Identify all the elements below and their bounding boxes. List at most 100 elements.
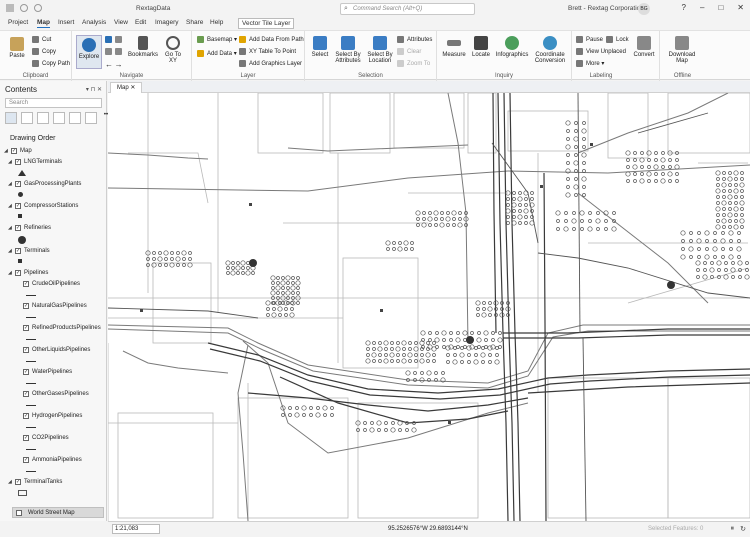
expand-icon[interactable]: ◢ — [8, 181, 12, 187]
basemap-checkbox[interactable] — [16, 510, 22, 516]
layer-row-pipelines[interactable]: ◢ ✓ Pipelines — [0, 269, 107, 279]
contents-search-input[interactable]: Search — [5, 98, 102, 108]
close-icon[interactable]: ✕ — [737, 3, 744, 12]
explore-button[interactable]: Explore — [76, 35, 102, 69]
labeling-icon[interactable] — [85, 112, 97, 124]
add-data-button[interactable]: Add Data ▾ — [197, 50, 237, 57]
expand-icon[interactable]: ◢ — [8, 479, 12, 485]
download-map-button[interactable]: Download Map — [664, 36, 700, 64]
data-source-icon[interactable] — [21, 112, 33, 124]
coordinate-conversion-button[interactable]: Coordinate Conversion — [533, 36, 567, 64]
lock-button[interactable]: Lock — [606, 36, 629, 43]
tab-view[interactable]: View — [114, 19, 128, 26]
terminal-marker[interactable] — [140, 309, 143, 312]
history-controls[interactable]: ← → — [105, 60, 123, 69]
view-unplaced-button[interactable]: View Unplaced — [576, 48, 626, 55]
expand-icon[interactable]: ◢ — [4, 148, 8, 154]
bookmarks-button[interactable]: Bookmarks — [127, 36, 159, 58]
refresh-icon[interactable]: ↻ — [740, 525, 746, 533]
layer-visibility-checkbox[interactable]: ✓ — [23, 391, 29, 397]
add-graphics-layer-button[interactable]: Add Graphics Layer — [239, 60, 302, 67]
zoom-controls[interactable] — [105, 48, 125, 55]
tab-share[interactable]: Share — [186, 19, 203, 26]
terminal-marker[interactable] — [448, 421, 451, 424]
infographics-button[interactable]: Infographics — [495, 36, 529, 58]
layer-row-gasprocessingplants[interactable]: ◢ ✓ GasProcessingPlants — [0, 180, 107, 190]
measure-button[interactable]: Measure — [440, 36, 468, 58]
refinery-marker[interactable] — [249, 259, 257, 267]
convert-button[interactable]: Convert — [630, 36, 658, 58]
layer-row-refineries[interactable]: ◢ ✓ Refineries — [0, 224, 107, 234]
redo-icon[interactable] — [34, 4, 42, 12]
layer-row-terminals[interactable]: ◢ ✓ Terminals — [0, 247, 107, 257]
copy-path-button[interactable]: Copy Path — [32, 60, 70, 67]
layer-visibility-checkbox[interactable]: ✓ — [11, 148, 17, 154]
refinery-marker[interactable] — [667, 281, 675, 289]
layer-visibility-checkbox[interactable]: ✓ — [23, 325, 29, 331]
layer-row-crudeoilpipelines[interactable]: ✓ CrudeOilPipelines — [0, 280, 107, 290]
layer-row-map[interactable]: ◢ ✓ Map — [0, 147, 107, 157]
layer-visibility-checkbox[interactable]: ✓ — [15, 159, 21, 165]
layer-visibility-checkbox[interactable]: ✓ — [15, 479, 21, 485]
layer-visibility-checkbox[interactable]: ✓ — [15, 203, 21, 209]
tab-insert[interactable]: Insert — [58, 19, 74, 26]
minimize-icon[interactable]: – — [700, 3, 704, 12]
layer-visibility-checkbox[interactable]: ✓ — [23, 303, 29, 309]
tab-project[interactable]: Project — [8, 19, 28, 26]
avatar[interactable]: BG — [638, 3, 650, 15]
xy-table-to-point-button[interactable]: XY Table To Point — [239, 48, 296, 55]
basemap-button[interactable]: Basemap ▾ — [197, 36, 237, 43]
refinery-marker[interactable] — [466, 336, 474, 344]
map-canvas[interactable] — [108, 93, 750, 521]
layer-row-refinedproductspipelines[interactable]: ✓ RefinedProductsPipelines — [0, 324, 107, 334]
layer-row-otherliquidspipelines[interactable]: ✓ OtherLiquidsPipelines — [0, 346, 107, 356]
attributes-button[interactable]: Attributes — [397, 36, 432, 43]
select-button[interactable]: Select — [308, 36, 332, 58]
zoom-to-button[interactable]: Zoom To — [397, 60, 430, 67]
selection-icon[interactable] — [37, 112, 49, 124]
go-to-xy-button[interactable]: Go To XY — [161, 36, 185, 64]
layer-row-hydrogenpipelines[interactable]: ✓ HydrogenPipelines — [0, 412, 107, 422]
layer-visibility-checkbox[interactable]: ✓ — [23, 369, 29, 375]
layer-visibility-checkbox[interactable]: ✓ — [23, 413, 29, 419]
snapping-icon[interactable] — [69, 112, 81, 124]
tab-edit[interactable]: Edit — [135, 19, 146, 26]
pane-options-icon[interactable]: ▾ — [86, 87, 89, 93]
tab-imagery[interactable]: Imagery — [155, 19, 178, 26]
user-name[interactable]: Brett - Rextag Corporation — [568, 5, 644, 12]
maximize-icon[interactable]: □ — [718, 3, 723, 12]
layer-visibility-checkbox[interactable]: ✓ — [15, 181, 21, 187]
expand-icon[interactable]: ◢ — [8, 203, 12, 209]
map-tab[interactable]: Map ✕ — [110, 82, 143, 93]
select-by-attributes-button[interactable]: Select By Attributes — [333, 36, 363, 64]
tab-vector-tile-layer[interactable]: Vector Tile Layer — [238, 18, 295, 29]
copy-button[interactable]: Copy — [32, 48, 56, 55]
layer-row-compressorstations[interactable]: ◢ ✓ CompressorStations — [0, 202, 107, 212]
expand-icon[interactable]: ◢ — [8, 248, 12, 254]
close-pane-icon[interactable]: ✕ — [97, 87, 102, 93]
locate-button[interactable]: Locate — [469, 36, 493, 58]
tab-help[interactable]: Help — [210, 19, 223, 26]
close-tab-icon[interactable]: ✕ — [130, 85, 135, 91]
cut-button[interactable]: Cut — [32, 36, 51, 43]
layer-visibility-checkbox[interactable]: ✓ — [23, 281, 29, 287]
layer-row-othergasespipelines[interactable]: ✓ OtherGasesPipelines — [0, 390, 107, 400]
tab-analysis[interactable]: Analysis — [82, 19, 106, 26]
terminal-marker[interactable] — [249, 203, 252, 206]
pause-button[interactable]: Pause — [576, 36, 603, 43]
select-by-location-button[interactable]: Select By Location — [365, 36, 395, 64]
layer-visibility-checkbox[interactable]: ✓ — [15, 248, 21, 254]
command-search[interactable]: ⌕ Command Search (Alt+Q) — [340, 3, 475, 15]
expand-icon[interactable]: ◢ — [8, 270, 12, 276]
save-icon[interactable] — [6, 4, 14, 12]
pin-icon[interactable]: ⊓ — [91, 87, 96, 93]
layer-row-terminaltanks[interactable]: ◢ ✓ TerminalTanks — [0, 478, 107, 488]
help-icon[interactable]: ? — [682, 3, 686, 12]
add-data-from-path-button[interactable]: Add Data From Path — [239, 36, 304, 43]
layer-row-co2pipelines[interactable]: ✓ CO2Pipelines — [0, 434, 107, 444]
scale-selector[interactable]: 1:21,083 — [112, 524, 160, 534]
layer-visibility-checkbox[interactable]: ✓ — [15, 225, 21, 231]
terminal-marker[interactable] — [540, 185, 543, 188]
terminal-marker[interactable] — [590, 143, 593, 146]
map-view[interactable]: Map ✕ — [108, 81, 750, 521]
